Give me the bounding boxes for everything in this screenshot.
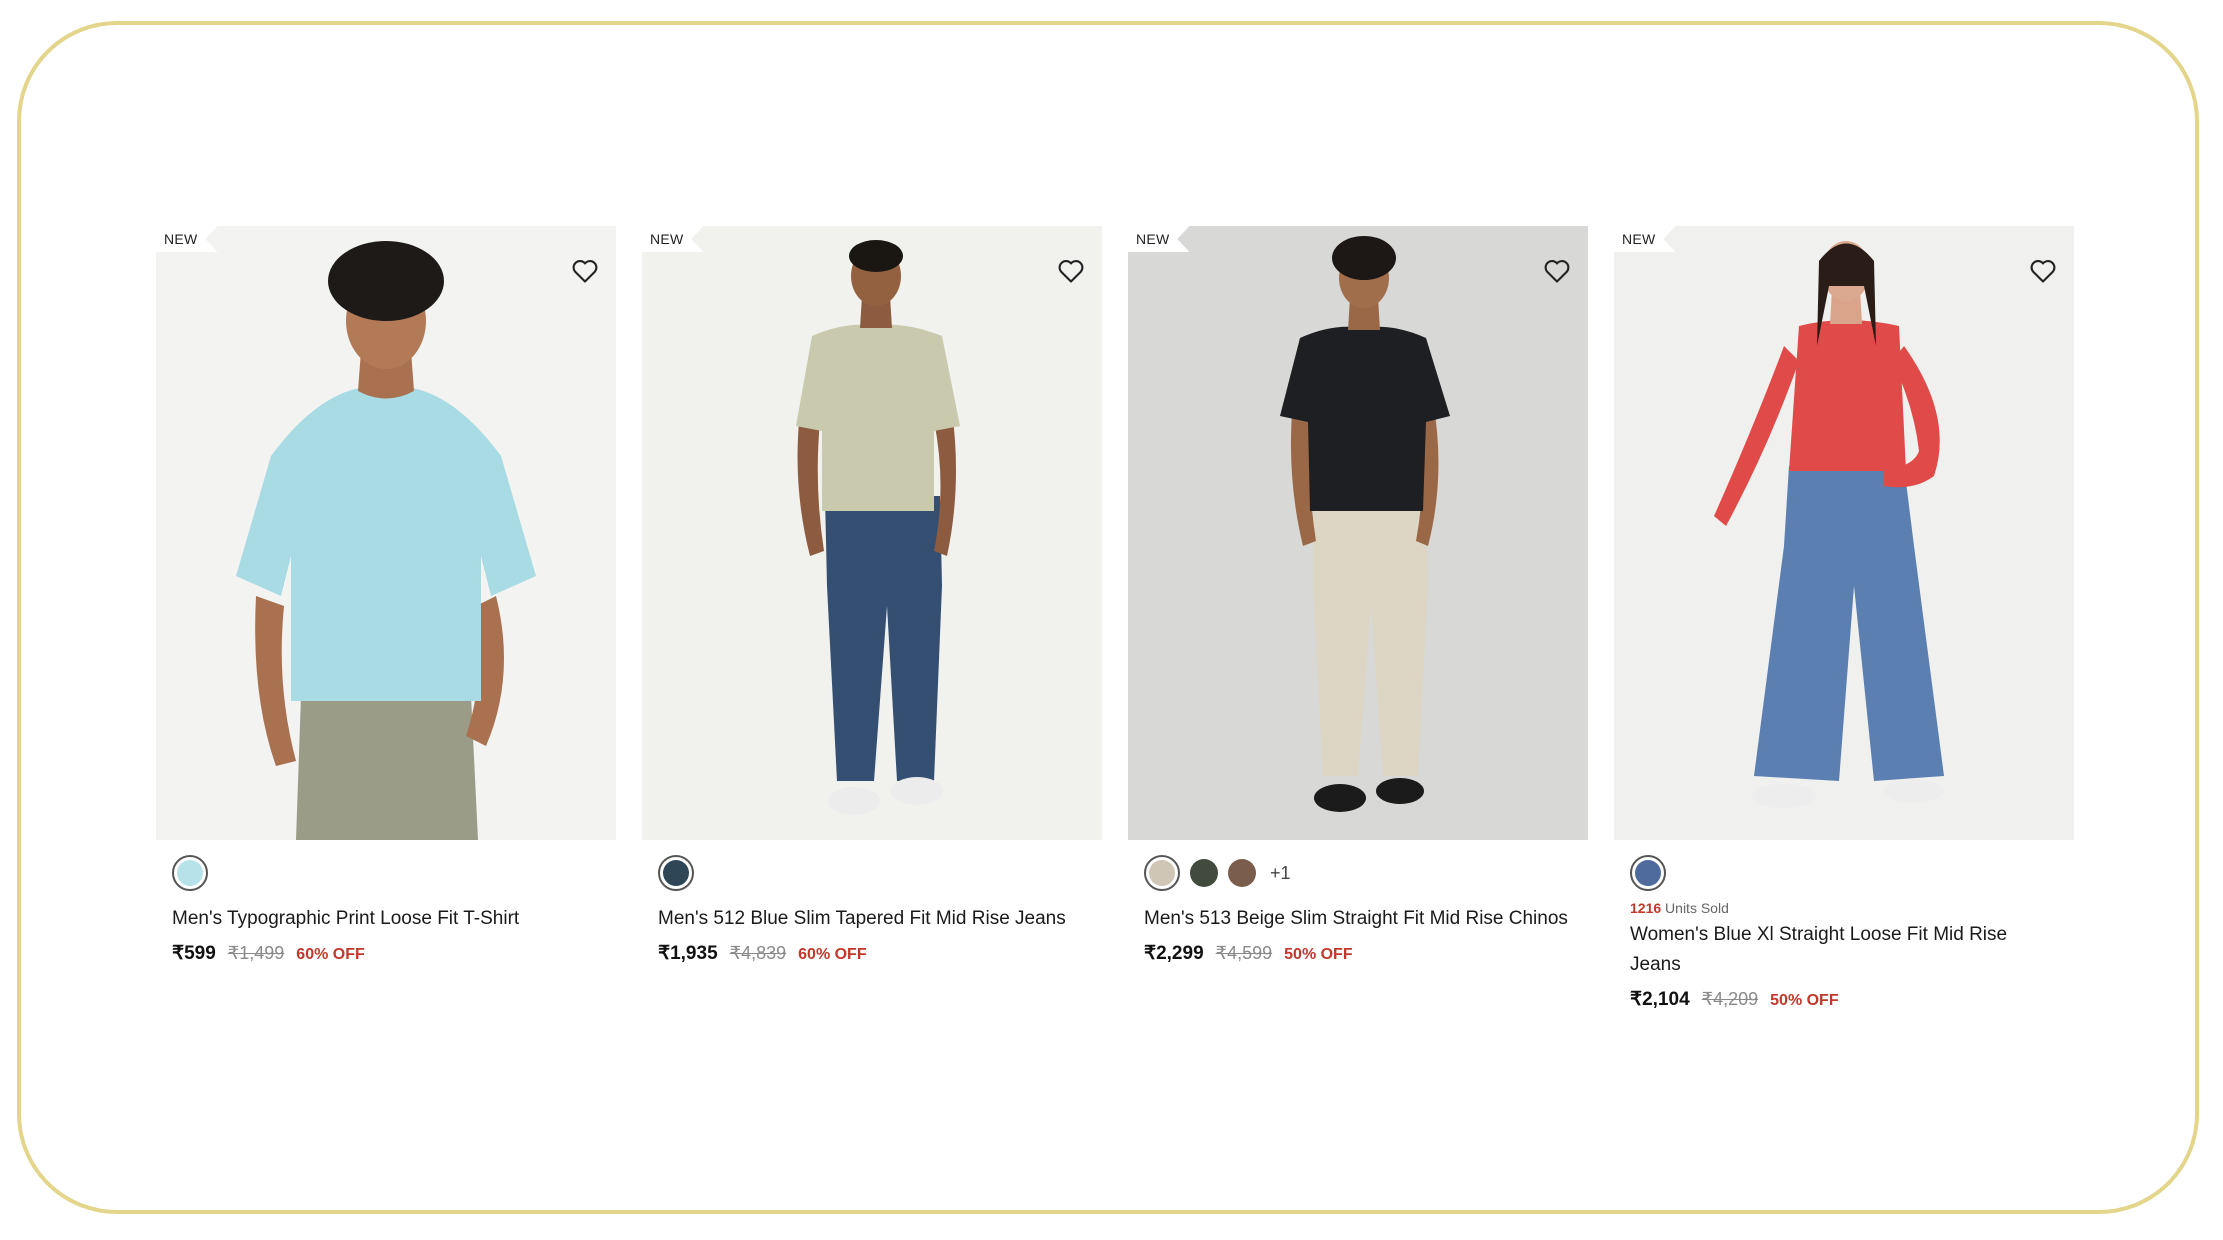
color-swatch[interactable] (1228, 859, 1256, 887)
product-image[interactable]: NEW (642, 226, 1102, 840)
discount-label: 60% OFF (798, 946, 867, 963)
product-title[interactable]: Men's 513 Beige Slim Straight Fit Mid Ri… (1144, 904, 1572, 934)
units-sold-label: Units Sold (1665, 900, 1729, 916)
color-swatches (1630, 854, 2058, 892)
price-row: ₹2,104 ₹4,209 50% OFF (1630, 988, 2058, 1011)
price-row: ₹2,299 ₹4,599 50% OFF (1144, 942, 1572, 965)
wishlist-heart-icon[interactable] (1540, 254, 1574, 288)
product-image[interactable]: NEW (1614, 226, 2074, 840)
units-sold-count: 1216 (1630, 900, 1662, 916)
discount-label: 60% OFF (296, 946, 365, 963)
original-price: ₹4,839 (729, 943, 787, 963)
sale-price: ₹1,935 (658, 943, 718, 964)
price-row: ₹1,935 ₹4,839 60% OFF (658, 942, 1086, 965)
product-card[interactable]: NEW Men's 512 Blue Slim Tapered Fit Mid … (642, 226, 1102, 1011)
product-card[interactable]: NEW 1216 Units Sold Women's Blue Xl Stra… (1614, 226, 2074, 1011)
product-card[interactable]: NEW +1 Men's 513 Beige Slim Straight Fit… (1128, 226, 1588, 1011)
color-swatches (658, 854, 1086, 892)
original-price: ₹4,209 (1701, 989, 1759, 1009)
product-photo (156, 226, 616, 840)
wishlist-heart-icon[interactable] (1054, 254, 1088, 288)
product-info: +1 Men's 513 Beige Slim Straight Fit Mid… (1128, 840, 1588, 965)
discount-label: 50% OFF (1284, 946, 1353, 963)
units-sold: 1216 Units Sold (1630, 900, 2058, 916)
sale-price: ₹599 (172, 943, 216, 964)
product-info: Men's Typographic Print Loose Fit T-Shir… (156, 840, 616, 965)
product-card[interactable]: NEW Men's Typographic Print Loose Fit T-… (156, 226, 616, 1011)
product-photo (642, 226, 1102, 840)
product-title[interactable]: Men's 512 Blue Slim Tapered Fit Mid Rise… (658, 904, 1086, 934)
product-info: 1216 Units Sold Women's Blue Xl Straight… (1614, 840, 2074, 1011)
color-swatches (172, 854, 600, 892)
product-image[interactable]: NEW (1128, 226, 1588, 840)
wishlist-heart-icon[interactable] (568, 254, 602, 288)
color-swatch[interactable] (658, 855, 694, 891)
original-price: ₹4,599 (1215, 943, 1273, 963)
product-photo (1128, 226, 1588, 840)
color-swatch[interactable] (1630, 855, 1666, 891)
product-title[interactable]: Men's Typographic Print Loose Fit T-Shir… (172, 904, 600, 934)
original-price: ₹1,499 (227, 943, 285, 963)
product-image[interactable]: NEW (156, 226, 616, 840)
product-title[interactable]: Women's Blue Xl Straight Loose Fit Mid R… (1630, 920, 2058, 980)
price-row: ₹599 ₹1,499 60% OFF (172, 942, 600, 965)
sale-price: ₹2,104 (1630, 989, 1690, 1010)
more-colors-count[interactable]: +1 (1270, 863, 1291, 884)
color-swatch[interactable] (1190, 859, 1218, 887)
wishlist-heart-icon[interactable] (2026, 254, 2060, 288)
color-swatches: +1 (1144, 854, 1572, 892)
discount-label: 50% OFF (1770, 992, 1839, 1009)
product-photo (1614, 226, 2074, 840)
product-info: Men's 512 Blue Slim Tapered Fit Mid Rise… (642, 840, 1102, 965)
color-swatch[interactable] (172, 855, 208, 891)
sale-price: ₹2,299 (1144, 943, 1204, 964)
product-grid: NEW Men's Typographic Print Loose Fit T-… (156, 226, 2074, 1011)
color-swatch[interactable] (1144, 855, 1180, 891)
